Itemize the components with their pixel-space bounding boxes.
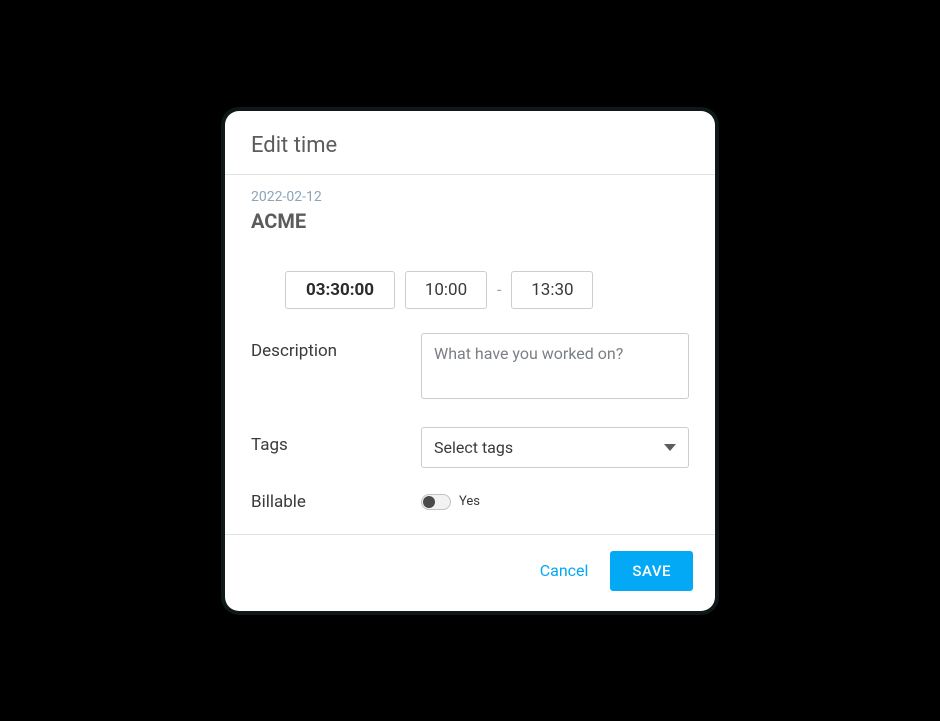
toggle-knob	[423, 496, 435, 508]
dialog-footer: Cancel SAVE	[225, 534, 715, 611]
billable-row: Billable Yes	[225, 480, 715, 534]
description-input[interactable]	[421, 333, 689, 399]
dialog-header: Edit time	[225, 111, 715, 175]
time-row: -	[225, 233, 715, 321]
tags-select[interactable]: Select tags	[421, 427, 689, 468]
start-time-input[interactable]	[405, 271, 487, 309]
tags-label: Tags	[251, 427, 421, 455]
description-label: Description	[251, 333, 421, 361]
end-time-input[interactable]	[511, 271, 593, 309]
save-button[interactable]: SAVE	[610, 551, 693, 591]
dialog-title: Edit time	[251, 133, 689, 158]
entry-meta: 2022-02-12 ACME	[225, 175, 715, 233]
billable-toggle[interactable]	[421, 494, 451, 510]
tags-select-placeholder: Select tags	[434, 438, 513, 457]
billable-value-text: Yes	[459, 494, 480, 509]
entry-project: ACME	[251, 209, 689, 233]
tags-row: Tags Select tags	[225, 415, 715, 480]
entry-date: 2022-02-12	[251, 189, 689, 205]
billable-label: Billable	[251, 492, 421, 512]
chevron-down-icon	[664, 444, 676, 451]
duration-input[interactable]	[285, 271, 395, 309]
description-row: Description	[225, 321, 715, 415]
edit-time-dialog: Edit time 2022-02-12 ACME - Description …	[225, 111, 715, 611]
cancel-button[interactable]: Cancel	[540, 561, 589, 580]
time-separator: -	[497, 280, 501, 299]
